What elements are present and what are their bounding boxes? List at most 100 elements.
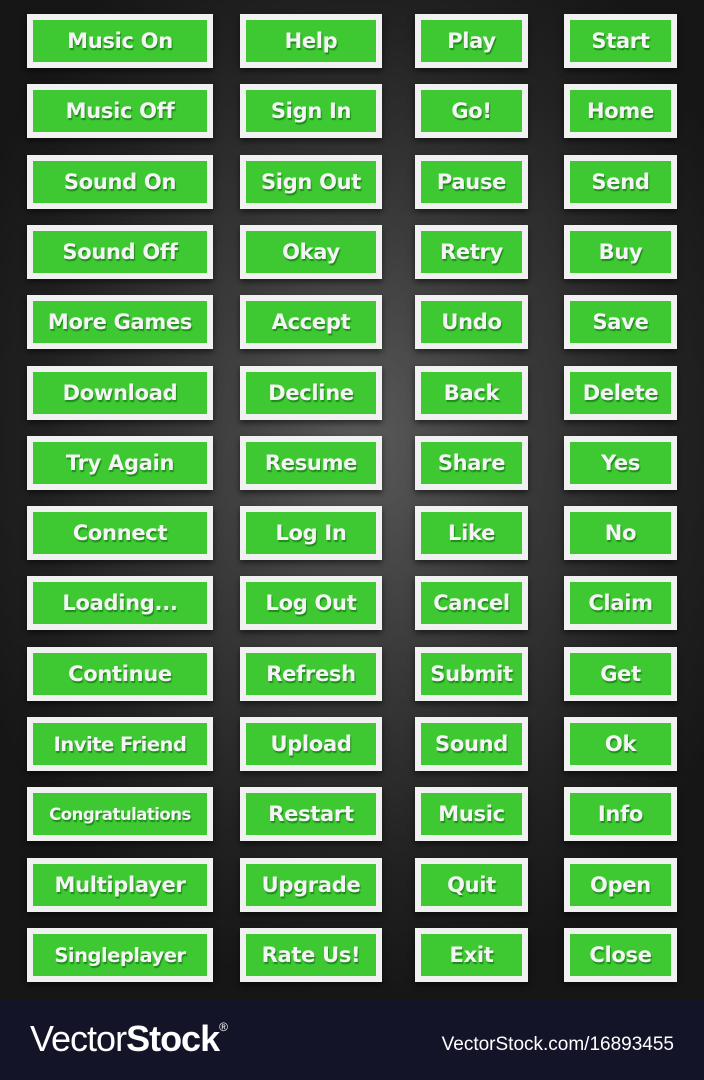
delete-button[interactable]: Delete (564, 366, 677, 420)
image-reference: VectorStock.com/16893455 (441, 1034, 674, 1055)
button-label: Music Off (65, 99, 175, 123)
share-button[interactable]: Share (415, 436, 528, 490)
pause-button[interactable]: Pause (415, 155, 528, 209)
button-label: Log In (275, 521, 347, 545)
close-button[interactable]: Close (564, 928, 677, 982)
button-label: Music On (67, 29, 173, 53)
button-label: Restart (268, 802, 354, 826)
log-in-button[interactable]: Log In (240, 506, 382, 560)
button-label: Refresh (266, 662, 356, 686)
home-button[interactable]: Home (564, 84, 677, 138)
button-label: Delete (582, 381, 659, 405)
button-face: Invite Friend (33, 723, 207, 765)
try-again-button[interactable]: Try Again (27, 436, 213, 490)
button-label: Accept (271, 310, 351, 334)
go-button[interactable]: Go! (415, 84, 528, 138)
button-face: Music Off (33, 90, 207, 132)
button-face: Try Again (33, 442, 207, 484)
button-label: Continue (68, 662, 172, 686)
button-label: Undo (441, 310, 502, 334)
exit-button[interactable]: Exit (415, 928, 528, 982)
button-label: Exit (449, 943, 494, 967)
button-label: Help (284, 29, 338, 53)
button-label: Okay (282, 240, 340, 264)
get-button[interactable]: Get (564, 647, 677, 701)
button-face: Upload (246, 723, 376, 765)
help-button[interactable]: Help (240, 14, 382, 68)
submit-button[interactable]: Submit (415, 647, 528, 701)
button-label: Cancel (433, 591, 510, 615)
cancel-button[interactable]: Cancel (415, 576, 528, 630)
button-label: Rate Us! (261, 943, 361, 967)
start-button[interactable]: Start (564, 14, 677, 68)
connect-button[interactable]: Connect (27, 506, 213, 560)
claim-button[interactable]: Claim (564, 576, 677, 630)
like-button[interactable]: Like (415, 506, 528, 560)
button-label: Claim (588, 591, 653, 615)
button-face: Multiplayer (33, 864, 207, 906)
button-label: Invite Friend (53, 732, 187, 756)
okay-button[interactable]: Okay (240, 225, 382, 279)
sound-button[interactable]: Sound (415, 717, 528, 771)
continue-button[interactable]: Continue (27, 647, 213, 701)
invite-friend-button[interactable]: Invite Friend (27, 717, 213, 771)
retry-button[interactable]: Retry (415, 225, 528, 279)
button-face: Retry (421, 231, 522, 273)
button-face: Start (570, 20, 671, 62)
save-button[interactable]: Save (564, 295, 677, 349)
button-face: Claim (570, 582, 671, 624)
button-face: Submit (421, 653, 522, 695)
button-face: Undo (421, 301, 522, 343)
button-face: Singleplayer (33, 934, 207, 976)
ok-button[interactable]: Ok (564, 717, 677, 771)
music-off-button[interactable]: Music Off (27, 84, 213, 138)
accept-button[interactable]: Accept (240, 295, 382, 349)
button-face: Connect (33, 512, 207, 554)
logo-text-bold: Stock (126, 1018, 220, 1059)
refresh-button[interactable]: Refresh (240, 647, 382, 701)
button-face: Congratulations (33, 793, 207, 835)
music-button[interactable]: Music (415, 787, 528, 841)
button-label: No (604, 521, 637, 545)
music-on-button[interactable]: Music On (27, 14, 213, 68)
sound-on-button[interactable]: Sound On (27, 155, 213, 209)
restart-button[interactable]: Restart (240, 787, 382, 841)
info-button[interactable]: Info (564, 787, 677, 841)
button-face: Sound Off (33, 231, 207, 273)
no-button[interactable]: No (564, 506, 677, 560)
button-face: Buy (570, 231, 671, 273)
button-label: Log Out (265, 591, 357, 615)
button-face: Play (421, 20, 522, 62)
logo-text-thin: Vector (30, 1018, 127, 1059)
download-button[interactable]: Download (27, 366, 213, 420)
decline-button[interactable]: Decline (240, 366, 382, 420)
play-button[interactable]: Play (415, 14, 528, 68)
singleplayer-button[interactable]: Singleplayer (27, 928, 213, 982)
button-face: Go! (421, 90, 522, 132)
back-button[interactable]: Back (415, 366, 528, 420)
quit-button[interactable]: Quit (415, 858, 528, 912)
sign-out-button[interactable]: Sign Out (240, 155, 382, 209)
button-face: Log Out (246, 582, 376, 624)
open-button[interactable]: Open (564, 858, 677, 912)
button-label: Try Again (65, 451, 175, 475)
button-face: Ok (570, 723, 671, 765)
button-label: Quit (447, 873, 496, 897)
log-out-button[interactable]: Log Out (240, 576, 382, 630)
sound-off-button[interactable]: Sound Off (27, 225, 213, 279)
loading-button[interactable]: Loading... (27, 576, 213, 630)
buy-button[interactable]: Buy (564, 225, 677, 279)
congratulations-button[interactable]: Congratulations (27, 787, 213, 841)
upgrade-button[interactable]: Upgrade (240, 858, 382, 912)
send-button[interactable]: Send (564, 155, 677, 209)
sign-in-button[interactable]: Sign In (240, 84, 382, 138)
yes-button[interactable]: Yes (564, 436, 677, 490)
resume-button[interactable]: Resume (240, 436, 382, 490)
more-games-button[interactable]: More Games (27, 295, 213, 349)
multiplayer-button[interactable]: Multiplayer (27, 858, 213, 912)
rate-us-button[interactable]: Rate Us! (240, 928, 382, 982)
undo-button[interactable]: Undo (415, 295, 528, 349)
button-face: Quit (421, 864, 522, 906)
button-label: Submit (430, 662, 513, 686)
upload-button[interactable]: Upload (240, 717, 382, 771)
